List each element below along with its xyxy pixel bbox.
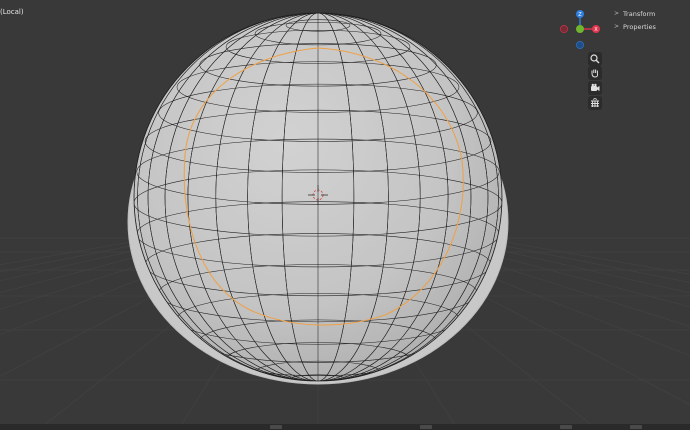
gizmo-x-label: X [594, 27, 598, 33]
gizmo-y-axis[interactable] [576, 25, 584, 33]
3d-viewport[interactable] [0, 0, 690, 430]
panel-transform[interactable]: > Transform [612, 7, 690, 20]
navigation-gizmo[interactable]: Z X [556, 8, 606, 52]
gizmo-neg-z-axis[interactable] [576, 41, 584, 49]
status-bar [0, 424, 690, 430]
status-item [630, 425, 642, 429]
viewport-mode-label: (Local) [0, 8, 24, 16]
sidebar-panel: > Transform > Properties [612, 7, 690, 33]
viewport-canvas[interactable] [0, 0, 690, 430]
panel-transform-label: Transform [623, 9, 656, 18]
gizmo-z-label: Z [578, 12, 582, 18]
status-item [420, 425, 432, 429]
camera-icon[interactable] [588, 81, 602, 95]
hand-icon[interactable] [588, 66, 602, 80]
chevron-right-icon: > [614, 23, 620, 30]
gizmo-neg-x-axis[interactable] [560, 25, 568, 33]
zoom-icon[interactable] [588, 52, 602, 66]
grid-icon[interactable] [588, 96, 602, 110]
status-item [270, 425, 282, 429]
chevron-right-icon: > [614, 10, 620, 17]
panel-properties-label: Properties [623, 22, 656, 31]
panel-properties[interactable]: > Properties [612, 20, 690, 33]
status-item [560, 425, 572, 429]
